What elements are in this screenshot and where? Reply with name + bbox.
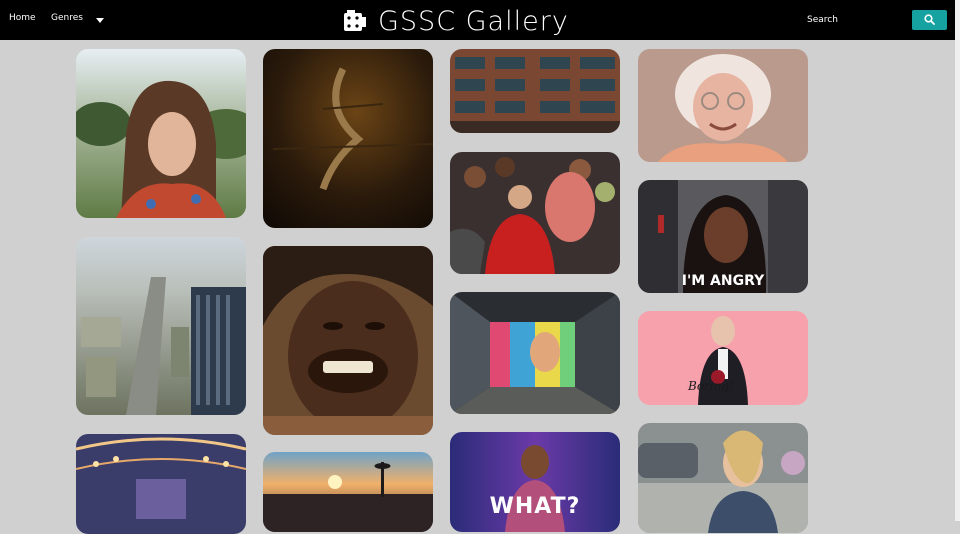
tile-caption-what: WHAT?: [489, 494, 581, 519]
woman-parking-lot-image: [638, 423, 808, 533]
top-navbar: Home Genres GSSC Gallery: [0, 0, 955, 40]
graffiti-mural-image: [450, 292, 620, 414]
laughing-man-image: [263, 246, 433, 435]
tile-lights-interior[interactable]: [76, 434, 246, 534]
nav-genres-dropdown[interactable]: Genres: [51, 13, 83, 23]
tile-knife-dark-wood[interactable]: [263, 49, 433, 228]
tile-smiling-grandma[interactable]: [638, 49, 808, 162]
woman-portrait-image: [76, 49, 246, 218]
tile-woman-what-stage[interactable]: WHAT?: [450, 432, 620, 532]
lights-interior-image: [76, 434, 246, 534]
page-scrollbar[interactable]: [955, 0, 960, 521]
brand-title: GSSC Gallery: [378, 5, 569, 37]
search-button[interactable]: [912, 10, 947, 30]
tile-crowd-red-hoodie[interactable]: [450, 152, 620, 274]
smiling-grandma-image: [638, 49, 808, 162]
crowd-red-hoodie-image: [450, 152, 620, 274]
tile-angry-woman[interactable]: I'M ANGRY: [638, 180, 808, 293]
tile-sunset-skyline[interactable]: [263, 452, 433, 532]
tile-woman-parking-lot[interactable]: [638, 423, 808, 533]
tile-man-boring-pink[interactable]: Boring!: [638, 311, 808, 405]
magnifier-icon: [924, 14, 935, 25]
knife-dark-image: [263, 49, 433, 228]
tile-city-aerial-street[interactable]: [76, 237, 246, 415]
city-aerial-image: [76, 237, 246, 415]
sunset-skyline-image: [263, 452, 433, 532]
nav-home-link[interactable]: Home: [9, 13, 36, 23]
building-windows-image: [450, 49, 620, 133]
tile-laughing-man-closeup[interactable]: [263, 246, 433, 435]
brand-logo[interactable]: GSSC Gallery: [342, 3, 569, 39]
tile-caption-im-angry: I'M ANGRY: [681, 273, 765, 289]
tile-graffiti-mural-room[interactable]: [450, 292, 620, 414]
tile-building-windows[interactable]: [450, 49, 620, 133]
tile-woman-portrait-field[interactable]: [76, 49, 246, 218]
film-roll-icon: [344, 10, 366, 31]
search-input[interactable]: [803, 11, 915, 29]
tile-caption-boring: Boring!: [688, 379, 734, 393]
caret-down-icon[interactable]: [96, 18, 104, 23]
